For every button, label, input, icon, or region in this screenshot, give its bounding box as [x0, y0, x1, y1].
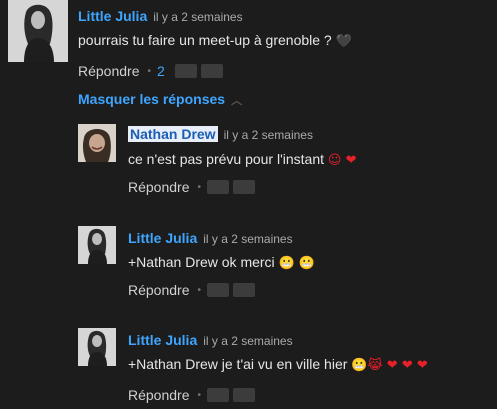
avatar[interactable] — [78, 226, 116, 264]
comment-body: pourrais tu faire un meet-up à grenoble … — [78, 32, 332, 48]
thumbs-up-icon[interactable] — [174, 64, 197, 78]
timestamp[interactable]: il y a 2 semaines — [153, 10, 242, 24]
reply-item: Nathan Drew il y a 2 semaines ce n'est pa… — [78, 124, 488, 204]
author-name[interactable]: Nathan Drew — [128, 126, 218, 142]
timestamp[interactable]: il y a 2 semaines — [224, 128, 313, 142]
timestamp[interactable]: il y a 2 semaines — [203, 232, 292, 246]
grey-heart-emoji: 🖤 — [335, 34, 352, 49]
comment-header: Little Julia il y a 2 semaines — [78, 8, 243, 26]
thumbs-up-icon[interactable] — [207, 388, 230, 402]
reply-button[interactable]: Répondre — [128, 179, 190, 195]
thumbs-down-icon[interactable] — [233, 180, 256, 194]
comment-actions: Répondre • — [128, 282, 259, 298]
smile-heart-emoji: ☺ ❤ — [327, 153, 357, 168]
avatar[interactable] — [78, 124, 116, 162]
thumbs-down-icon[interactable] — [233, 388, 256, 402]
comment-actions: Répondre • 2 — [78, 63, 227, 79]
thumbs-down-icon[interactable] — [200, 64, 223, 78]
reply-item: Little Julia il y a 2 semaines +Nathan Dr… — [78, 328, 488, 408]
emoji-hearts: 😬😹 ❤ ❤ ❤ — [351, 358, 428, 373]
avatar[interactable] — [8, 0, 68, 62]
avatar[interactable] — [78, 328, 116, 366]
separator-dot: • — [197, 389, 202, 401]
reply-button[interactable]: Répondre — [78, 63, 140, 79]
hide-replies-label: Masquer les réponses — [78, 91, 226, 107]
thumbs-down-icon[interactable] — [233, 283, 256, 297]
grimace-emoji: 😬 😬 — [278, 256, 316, 271]
hide-replies-toggle[interactable]: Masquer les réponses ︿ — [78, 91, 242, 108]
comment-header: Nathan Drew il y a 2 semaines — [128, 126, 313, 144]
thumbs-up-icon[interactable] — [207, 180, 230, 194]
comment-header: Little Julia il y a 2 semaines — [128, 332, 293, 350]
comment-text: pourrais tu faire un meet-up à grenoble … — [78, 32, 352, 49]
author-name[interactable]: Little Julia — [78, 8, 147, 24]
separator-dot: • — [147, 65, 152, 77]
reply-button[interactable]: Répondre — [128, 387, 190, 403]
comment-actions: Répondre • — [128, 387, 259, 403]
comment-body: +Nathan Drew je t'ai vu en ville hier — [128, 356, 348, 372]
comment-text: ce n'est pas prévu pour l'instant ☺ ❤ — [128, 151, 356, 168]
thumbs-up-icon[interactable] — [207, 283, 230, 297]
comment-header: Little Julia il y a 2 semaines — [128, 230, 293, 248]
timestamp[interactable]: il y a 2 semaines — [203, 334, 292, 348]
reply-item: Little Julia il y a 2 semaines +Nathan Dr… — [78, 226, 488, 306]
comment-actions: Répondre • — [128, 179, 259, 195]
separator-dot: • — [197, 284, 202, 296]
reply-button[interactable]: Répondre — [128, 282, 190, 298]
comment-text: +Nathan Drew je t'ai vu en ville hier 😬😹… — [128, 356, 428, 373]
author-name[interactable]: Little Julia — [128, 332, 197, 348]
separator-dot: • — [197, 181, 202, 193]
author-name[interactable]: Little Julia — [128, 230, 197, 246]
chevron-up-icon: ︿ — [231, 95, 243, 107]
reply-count[interactable]: 2 — [157, 63, 165, 79]
comment-body: +Nathan Drew ok merci — [128, 254, 275, 270]
comment-body: ce n'est pas prévu pour l'instant — [128, 151, 325, 167]
comment-text: +Nathan Drew ok merci 😬 😬 — [128, 254, 315, 271]
comment-top: Little Julia il y a 2 semaines pourrais t… — [8, 0, 488, 88]
